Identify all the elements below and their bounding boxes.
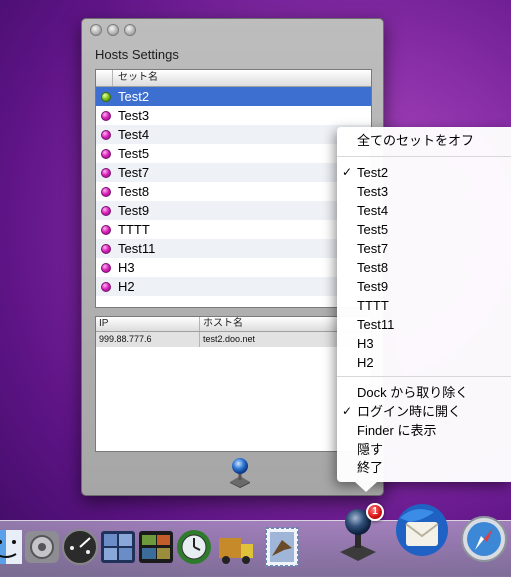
menu-item-label: Test3 <box>357 184 389 199</box>
set-name: Test2 <box>118 89 150 104</box>
list-item[interactable]: H3 <box>96 258 371 277</box>
menu-item-label: Test8 <box>357 260 389 275</box>
menu-item-label: 全てのセットをオフ <box>357 133 475 148</box>
checkmark-icon: ✓ <box>342 165 353 179</box>
menu-item-set[interactable]: TTTT <box>337 296 511 315</box>
inactive-status-icon[interactable] <box>101 110 111 121</box>
set-name: Test11 <box>118 241 156 256</box>
list-item[interactable]: Test2 <box>96 87 371 106</box>
list-item[interactable]: TTTT <box>96 220 371 239</box>
menu-item-quit[interactable]: 終了 <box>337 458 511 477</box>
safari-icon[interactable] <box>460 514 508 564</box>
hostname-cell: test2.doo.net <box>203 334 256 344</box>
inactive-status-icon[interactable] <box>101 243 111 254</box>
time-machine-icon[interactable] <box>174 526 214 568</box>
list-item[interactable]: Test5 <box>96 144 371 163</box>
menu-separator <box>337 156 511 157</box>
active-status-icon[interactable] <box>101 91 111 102</box>
list-item[interactable]: Test8 <box>96 182 371 201</box>
delivery-truck-icon[interactable] <box>216 526 256 568</box>
list-item[interactable]: Test3 <box>96 106 371 125</box>
inactive-status-icon[interactable] <box>101 224 111 235</box>
mail-icon[interactable] <box>262 526 302 568</box>
set-name: Test9 <box>118 203 150 218</box>
menu-item-set[interactable]: H3 <box>337 334 511 353</box>
host-table-header: IP ホスト名 <box>96 317 371 332</box>
menu-item-label: Test5 <box>357 222 389 237</box>
list-item[interactable]: H2 <box>96 277 371 296</box>
close-button[interactable] <box>90 24 102 36</box>
menu-item-set[interactable]: Test8 <box>337 258 511 277</box>
inactive-status-icon[interactable] <box>101 148 111 159</box>
set-name: Test5 <box>118 146 150 161</box>
menu-item-label: 終了 <box>357 460 384 475</box>
menu-item-label: 隠す <box>357 442 384 457</box>
menu-item-open-at-login[interactable]: ✓ ログイン時に開く <box>337 402 511 421</box>
app-joystick-globe-icon <box>230 458 250 488</box>
menu-item-label: Finder に表示 <box>357 423 437 438</box>
inactive-status-icon[interactable] <box>101 281 111 292</box>
set-name: H2 <box>118 279 135 294</box>
menu-item-set[interactable]: Test4 <box>337 201 511 220</box>
inactive-status-icon[interactable] <box>101 186 111 197</box>
menu-item-label: Test7 <box>357 241 389 256</box>
set-name: H3 <box>118 260 135 275</box>
checkmark-icon: ✓ <box>342 404 353 418</box>
inactive-status-icon[interactable] <box>101 129 111 140</box>
inactive-status-icon[interactable] <box>101 205 111 216</box>
list-item[interactable]: Test11 <box>96 239 371 258</box>
menu-item-label: Dock から取り除く <box>357 385 469 400</box>
list-item[interactable]: Test7 <box>96 163 371 182</box>
menu-item-set[interactable]: Test7 <box>337 239 511 258</box>
set-name: Test3 <box>118 108 150 123</box>
host-table[interactable]: IP ホスト名 999.88.777.6 test2.doo.net <box>95 316 372 452</box>
menu-item-label: H2 <box>357 355 374 370</box>
dock-context-menu: 全てのセットをオフ ✓ Test2 Test3 Test4 Test5 Test7 Test… <box>337 127 511 492</box>
menu-pointer <box>355 482 377 492</box>
menu-separator <box>337 376 511 377</box>
spaces-icon[interactable] <box>98 526 138 568</box>
menu-item-set[interactable]: Test11 <box>337 315 511 334</box>
dashboard-icon[interactable] <box>60 526 100 568</box>
list-item[interactable]: Test4 <box>96 125 371 144</box>
minimize-button[interactable] <box>107 24 119 36</box>
zoom-button[interactable] <box>124 24 136 36</box>
menu-item-set[interactable]: Test5 <box>337 220 511 239</box>
menu-item-remove-from-dock[interactable]: Dock から取り除く <box>337 383 511 402</box>
ip-cell: 999.88.777.6 <box>96 332 200 347</box>
set-name: Test4 <box>118 127 150 142</box>
set-name: TTTT <box>118 222 150 237</box>
inactive-status-icon[interactable] <box>101 167 111 178</box>
window-controls <box>90 24 136 36</box>
ip-column-header[interactable]: IP <box>96 317 200 331</box>
menu-item-set[interactable]: H2 <box>337 353 511 372</box>
window-title: Hosts Settings <box>95 47 179 62</box>
menu-item-label: Test11 <box>357 317 395 332</box>
menu-item-label: TTTT <box>357 298 389 313</box>
menu-item-show-in-finder[interactable]: Finder に表示 <box>337 421 511 440</box>
hostname-column-header[interactable]: ホスト名 <box>200 317 243 331</box>
menu-item-label: H3 <box>357 336 374 351</box>
list-item[interactable]: Test9 <box>96 201 371 220</box>
set-name: Test8 <box>118 184 150 199</box>
inactive-status-icon[interactable] <box>101 262 111 273</box>
menu-item-label: Test9 <box>357 279 389 294</box>
set-list[interactable]: セット名 Test2 Test3 Test4 Test5 Test7 Test8 Test9… <box>95 69 372 308</box>
notification-badge: 1 <box>366 503 384 521</box>
thunderbird-icon[interactable] <box>394 500 450 560</box>
set-name-column-header[interactable]: セット名 <box>96 70 371 87</box>
table-row[interactable]: 999.88.777.6 test2.doo.net <box>96 332 371 347</box>
menu-item-label: ログイン時に開く <box>357 404 462 419</box>
menu-item-set[interactable]: Test9 <box>337 277 511 296</box>
system-preferences-icon[interactable] <box>22 526 62 568</box>
menu-item-label: Test2 <box>357 165 389 180</box>
menu-item-hide[interactable]: 隠す <box>337 440 511 459</box>
photo-booth-icon[interactable] <box>136 526 176 568</box>
menu-item-label: Test4 <box>357 203 389 218</box>
set-name: Test7 <box>118 165 150 180</box>
menu-item-set[interactable]: Test3 <box>337 182 511 201</box>
menu-item-all-sets-off[interactable]: 全てのセットをオフ <box>337 131 511 150</box>
menu-item-set[interactable]: ✓ Test2 <box>337 163 511 182</box>
